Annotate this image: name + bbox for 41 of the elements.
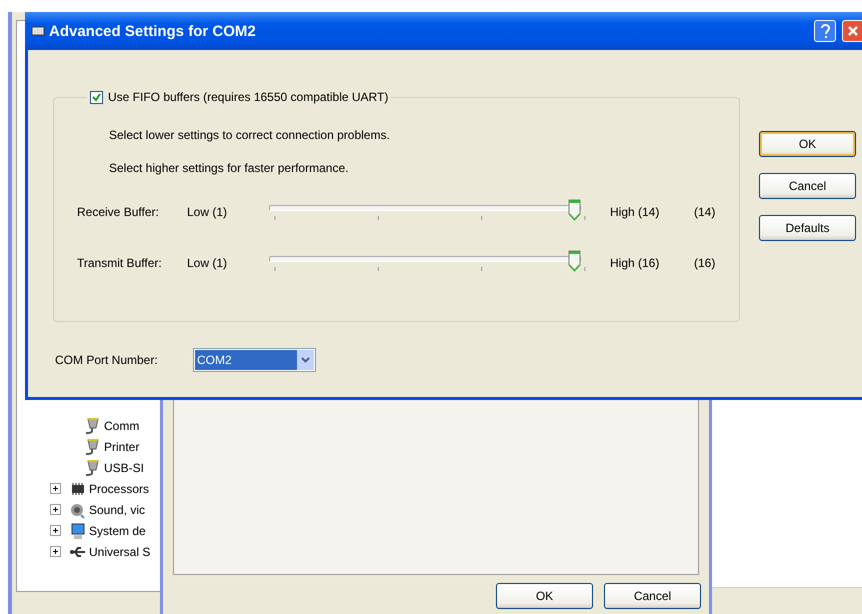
tree-item[interactable]: System de	[89, 524, 146, 538]
help-button[interactable]	[814, 20, 836, 42]
hint-text: Select higher settings for faster performance.	[109, 161, 350, 175]
close-button[interactable]	[842, 20, 862, 42]
window-title: Advanced Settings for COM2	[49, 22, 257, 40]
expand-icon[interactable]	[50, 483, 61, 494]
dialog-button[interactable]: Cancel	[759, 173, 856, 199]
high-label: High (14)	[610, 204, 660, 219]
hint-text: Select lower settings to correct connection problems.	[109, 128, 391, 142]
value-label: (16)	[694, 255, 716, 270]
checkbox[interactable]	[90, 90, 103, 104]
tree-item[interactable]: Sound, vic	[89, 502, 146, 516]
buffer-label: Receive Buffer:	[77, 204, 160, 219]
high-label: High (16)	[610, 255, 660, 270]
checkbox-label[interactable]: Use FIFO buffers (requires 16550 compatible UART)	[108, 90, 388, 104]
dialog-button[interactable]: Cancel	[604, 583, 701, 609]
expand-icon[interactable]	[50, 504, 61, 515]
computer-icon	[69, 522, 87, 540]
close-icon	[846, 25, 858, 37]
expand-icon[interactable]	[50, 546, 61, 557]
low-label: Low (1)	[187, 255, 228, 270]
slider-track[interactable]	[269, 199, 581, 221]
tree-item[interactable]: Comm	[104, 418, 140, 432]
dialog-button[interactable]: OK	[759, 131, 856, 157]
slider-thumb[interactable]	[568, 250, 581, 272]
slider-thumb[interactable]	[568, 199, 581, 221]
buffer-label: Transmit Buffer:	[77, 255, 163, 270]
dialog-button[interactable]: Defaults	[759, 215, 856, 241]
help-icon	[819, 23, 831, 39]
slider-track[interactable]	[269, 250, 581, 272]
value-label: (14)	[694, 204, 716, 219]
low-label: Low (1)	[187, 204, 228, 219]
port-dropdown[interactable]: COM2	[193, 348, 316, 372]
tree-item[interactable]: USB-SI	[104, 460, 144, 474]
tree-item[interactable]: Processors	[89, 482, 150, 496]
dialog-button[interactable]: OK	[496, 583, 593, 609]
expand-icon[interactable]	[50, 525, 61, 536]
tree-item[interactable]: Universal S	[89, 544, 150, 558]
tree-item[interactable]: Printer	[104, 440, 140, 454]
window-icon	[31, 24, 45, 38]
field-label: COM Port Number:	[55, 353, 159, 367]
